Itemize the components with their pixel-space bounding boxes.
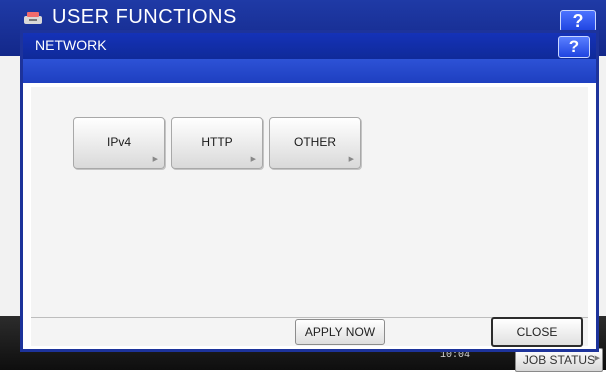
other-label: OTHER [294,135,336,149]
triangle-icon: ▶ [152,156,158,163]
dialog-subbar [23,59,596,83]
ipv4-button[interactable]: IPv4 ▶ [73,117,165,169]
dialog-titlebar: NETWORK ? [23,33,596,59]
triangle-icon: ▶ [250,156,256,163]
background-title: USER FUNCTIONS [52,6,237,28]
user-functions-icon [24,12,42,24]
dialog-help-button[interactable]: ? [558,36,590,58]
http-button[interactable]: HTTP ▶ [171,117,263,169]
background-help-button[interactable]: ? [560,10,596,32]
http-label: HTTP [201,135,233,149]
close-button[interactable]: CLOSE [491,317,583,347]
triangle-icon: ▶ [348,156,354,163]
dialog-content: IPv4 ▶ HTTP ▶ OTHER ▶ [31,87,588,317]
job-status-label: JOB STATUS [522,353,596,367]
ipv4-label: IPv4 [106,135,131,149]
dialog-title: NETWORK [35,37,107,53]
apply-now-button[interactable]: APPLY NOW [295,319,385,345]
other-button[interactable]: OTHER ▶ [269,117,361,169]
network-dialog: NETWORK ? IPv4 ▶ HTTP ▶ OTHER ▶ APPLY NO… [20,30,599,352]
